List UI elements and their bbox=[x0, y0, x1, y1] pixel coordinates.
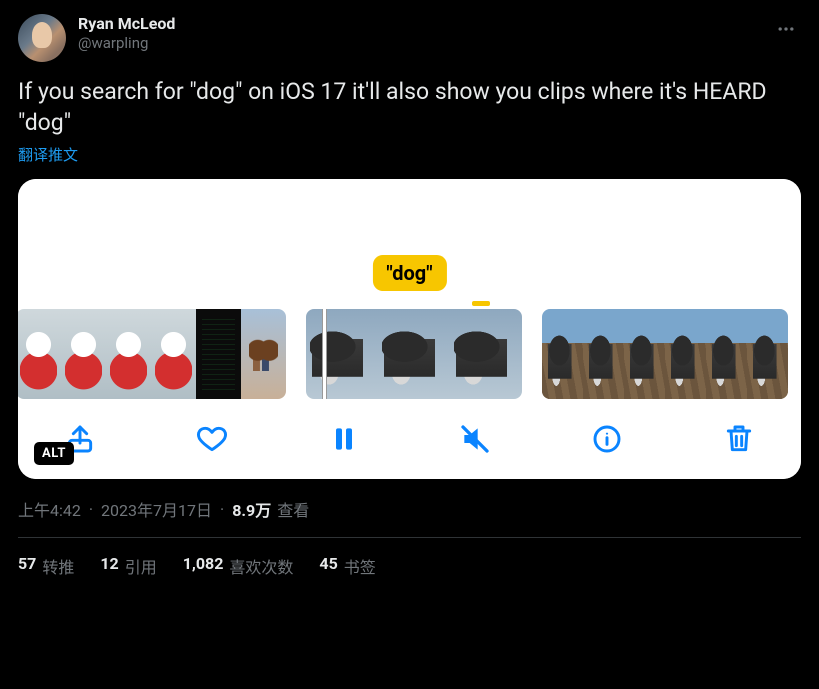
bookmarks-label: 书签 bbox=[344, 554, 376, 578]
more-options-button[interactable] bbox=[769, 12, 803, 46]
likes-label: 喜欢次数 bbox=[229, 554, 293, 578]
likes-stat[interactable]: 1,082 喜欢次数 bbox=[183, 554, 294, 578]
like-button[interactable] bbox=[192, 419, 232, 459]
media-toolbar bbox=[18, 399, 801, 479]
video-frame bbox=[306, 309, 378, 399]
views-count[interactable]: 8.9万 bbox=[232, 497, 271, 521]
tweet-meta: 上午4:42 · 2023年7月17日 · 8.9万 查看 bbox=[18, 497, 801, 521]
video-frame bbox=[378, 309, 450, 399]
pause-button[interactable] bbox=[324, 419, 364, 459]
separator: · bbox=[218, 500, 226, 519]
separator: · bbox=[87, 500, 95, 519]
tweet-text: If you search for "dog" on iOS 17 it'll … bbox=[18, 76, 801, 138]
retweets-stat[interactable]: 57 转推 bbox=[18, 554, 74, 578]
media-blank-area: "dog" bbox=[18, 179, 801, 309]
clip-group[interactable] bbox=[542, 309, 788, 399]
video-frame bbox=[542, 309, 583, 399]
author-block[interactable]: Ryan McLeod @warpling bbox=[78, 14, 175, 53]
video-frame bbox=[706, 309, 747, 399]
tweet-time[interactable]: 上午4:42 bbox=[18, 497, 81, 521]
search-term-bubble: "dog" bbox=[372, 255, 446, 291]
scrub-marker bbox=[472, 301, 490, 306]
info-button[interactable] bbox=[587, 419, 627, 459]
engagement-stats: 57 转推 12 引用 1,082 喜欢次数 45 书签 bbox=[18, 554, 801, 578]
user-handle: @warpling bbox=[78, 34, 175, 53]
views-label: 查看 bbox=[277, 497, 309, 521]
display-name: Ryan McLeod bbox=[78, 14, 175, 34]
clip-group[interactable] bbox=[18, 309, 286, 399]
quotes-stat[interactable]: 12 引用 bbox=[100, 554, 156, 578]
retweets-count: 57 bbox=[18, 554, 36, 578]
clip-group-active[interactable] bbox=[306, 309, 522, 399]
quotes-label: 引用 bbox=[125, 554, 157, 578]
video-frame bbox=[450, 309, 522, 399]
speaker-muted-icon bbox=[459, 423, 491, 455]
delete-button[interactable] bbox=[719, 419, 759, 459]
avatar[interactable] bbox=[18, 14, 66, 62]
tweet-date[interactable]: 2023年7月17日 bbox=[101, 497, 212, 521]
alt-badge[interactable]: ALT bbox=[34, 442, 74, 465]
video-timeline[interactable] bbox=[18, 309, 801, 399]
mute-button[interactable] bbox=[455, 419, 495, 459]
likes-count: 1,082 bbox=[183, 554, 224, 578]
pause-icon bbox=[328, 423, 360, 455]
video-frame bbox=[747, 309, 788, 399]
playhead[interactable] bbox=[322, 309, 327, 399]
tweet-header: Ryan McLeod @warpling bbox=[18, 14, 801, 62]
heart-icon bbox=[196, 423, 228, 455]
info-icon bbox=[591, 423, 623, 455]
video-frame bbox=[106, 309, 151, 399]
quotes-count: 12 bbox=[100, 554, 118, 578]
video-frame bbox=[151, 309, 196, 399]
video-frame bbox=[624, 309, 665, 399]
divider bbox=[18, 537, 801, 538]
video-frame bbox=[61, 309, 106, 399]
translate-link[interactable]: 翻译推文 bbox=[18, 144, 78, 165]
video-frame bbox=[241, 309, 286, 399]
video-frame bbox=[18, 309, 61, 399]
more-icon bbox=[776, 19, 796, 39]
trash-icon bbox=[723, 423, 755, 455]
tweet-container: Ryan McLeod @warpling If you search for … bbox=[0, 0, 819, 592]
bookmarks-stat[interactable]: 45 书签 bbox=[319, 554, 375, 578]
video-frame bbox=[583, 309, 624, 399]
video-frame bbox=[196, 309, 241, 399]
retweets-label: 转推 bbox=[42, 554, 74, 578]
bookmarks-count: 45 bbox=[319, 554, 337, 578]
media-card[interactable]: "dog" bbox=[18, 179, 801, 479]
video-frame bbox=[665, 309, 706, 399]
